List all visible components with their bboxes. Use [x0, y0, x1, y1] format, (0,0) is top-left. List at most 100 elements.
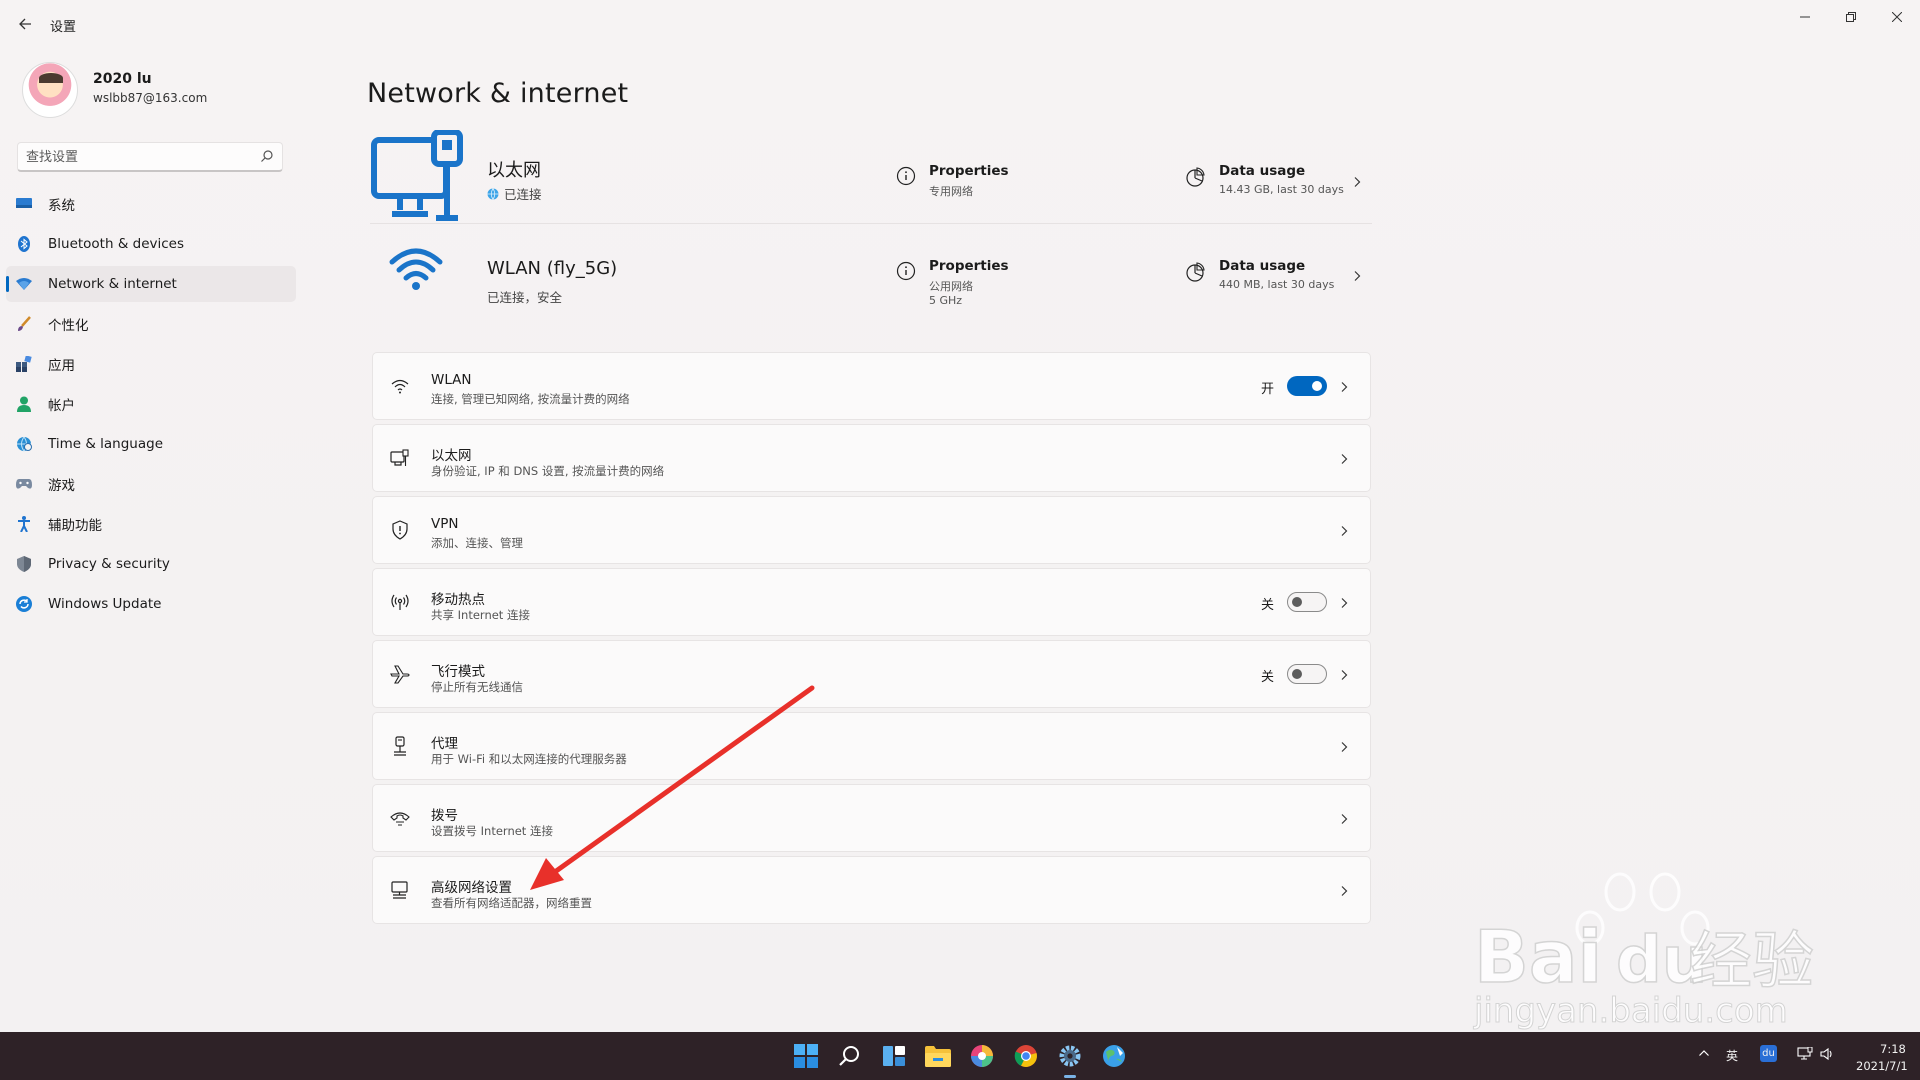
toggle-state-label: 关 — [1261, 598, 1275, 613]
settings-row-mobile-hotspot[interactable]: 移动热点 共享 Internet 连接 关 — [372, 568, 1371, 636]
monitor-icon — [16, 196, 32, 212]
network-status-icon — [1797, 1046, 1813, 1060]
search-input[interactable] — [26, 148, 246, 166]
app-title: 设置 — [50, 20, 77, 35]
shield-icon — [16, 556, 32, 572]
settings-row-dial-up[interactable]: 拨号 设置拨号 Internet 连接 — [372, 784, 1371, 852]
row-title: WLAN — [431, 372, 472, 388]
network-icon — [16, 276, 32, 292]
chevron-right-icon — [1341, 454, 1348, 464]
restore-button[interactable] — [1828, 0, 1874, 34]
folder-icon — [925, 1046, 951, 1067]
clock-time[interactable]: 7:18 — [1880, 1042, 1906, 1056]
profile-name: 2020 lu — [93, 71, 152, 87]
volume-tray-button[interactable] — [1820, 1047, 1834, 1064]
globe-icon — [487, 187, 499, 200]
watermark-brand: Bai — [1474, 915, 1602, 999]
search-icon[interactable] — [260, 149, 274, 163]
restore-icon — [1846, 12, 1856, 22]
chevron-right-icon — [1341, 526, 1348, 536]
sidebar: 系统 Bluetooth & devices Network & interne… — [6, 186, 296, 626]
globe-app-button[interactable] — [1098, 1040, 1130, 1072]
sidebar-item-bluetooth[interactable]: Bluetooth & devices — [6, 226, 296, 262]
widgets-button[interactable] — [878, 1040, 910, 1072]
data-usage-title: Data usage — [1219, 258, 1306, 274]
watermark-cn: 经验 — [1690, 924, 1814, 997]
start-button[interactable] — [790, 1040, 822, 1072]
wlan-status: 已连接，安全 — [487, 290, 563, 305]
back-arrow-icon — [19, 18, 31, 30]
file-explorer-button[interactable] — [922, 1040, 954, 1072]
sidebar-item-apps[interactable]: 应用 — [6, 346, 296, 382]
row-subtitle: 连接, 管理已知网络, 按流量计费的网络 — [431, 392, 630, 406]
properties-band: 5 GHz — [929, 294, 963, 307]
properties-subtitle: 专用网络 — [929, 185, 973, 198]
properties-title: Properties — [929, 258, 1009, 274]
settings-app-button[interactable] — [1054, 1040, 1086, 1072]
active-app-indicator — [1064, 1075, 1076, 1078]
minimize-button[interactable] — [1782, 0, 1828, 34]
row-title: 以太网 — [431, 448, 472, 464]
network-tray-button[interactable] — [1797, 1046, 1813, 1064]
user-profile[interactable]: 2020 lu wslbb87@163.com — [22, 62, 302, 122]
advanced-network-icon — [391, 881, 408, 899]
sidebar-item-privacy-security[interactable]: Privacy & security — [6, 546, 296, 582]
settings-row-ethernet[interactable]: 以太网 身份验证, IP 和 DNS 设置, 按流量计费的网络 — [372, 424, 1371, 492]
sidebar-item-label: 个性化 — [48, 318, 89, 334]
ethernet-status: 已连接 — [487, 184, 542, 203]
mobile-hotspot-toggle[interactable] — [1287, 592, 1327, 612]
airplane-mode-toggle[interactable] — [1287, 664, 1327, 684]
baidu-tray-icon[interactable]: du — [1760, 1045, 1777, 1062]
row-title: 飞行模式 — [431, 664, 485, 680]
chevron-right-icon[interactable] — [1351, 176, 1363, 188]
settings-row-proxy[interactable]: 代理 用于 Wi-Fi 和以太网连接的代理服务器 — [372, 712, 1371, 780]
wlan-toggle[interactable] — [1287, 376, 1327, 396]
ethernet-status-text: 已连接 — [504, 187, 542, 202]
avatar — [22, 62, 78, 118]
airplane-icon — [390, 665, 410, 684]
sidebar-item-windows-update[interactable]: Windows Update — [6, 586, 296, 622]
sidebar-item-accessibility[interactable]: 辅助功能 — [6, 506, 296, 542]
settings-window: 设置 2020 lu wslbb87@163.com 系统 Bluetooth … — [0, 0, 1920, 1032]
baidu-watermark: Bai du 经验 jingyan.baidu.com — [1473, 872, 1815, 1030]
settings-row-airplane-mode[interactable]: 飞行模式 停止所有无线通信 关 — [372, 640, 1371, 708]
back-button[interactable] — [12, 11, 38, 37]
input-method-indicator[interactable]: 英 — [1726, 1047, 1738, 1064]
windows-logo-icon — [794, 1044, 818, 1068]
row-subtitle: 身份验证, IP 和 DNS 设置, 按流量计费的网络 — [431, 464, 665, 478]
sidebar-item-label: Bluetooth & devices — [48, 236, 185, 252]
chevron-right-icon[interactable] — [1351, 270, 1363, 282]
colorful-app-icon — [971, 1045, 993, 1067]
row-subtitle: 共享 Internet 连接 — [431, 608, 530, 622]
settings-row-vpn[interactable]: VPN 添加、连接、管理 — [372, 496, 1371, 564]
search-box[interactable] — [17, 142, 283, 172]
close-button[interactable] — [1874, 0, 1920, 34]
clock-date[interactable]: 2021/7/1 — [1856, 1059, 1908, 1073]
minimize-icon — [1800, 16, 1810, 18]
sidebar-item-label: 应用 — [48, 358, 75, 374]
taskbar-search-button[interactable] — [834, 1040, 866, 1072]
chevron-right-icon — [1341, 886, 1348, 896]
sidebar-item-gaming[interactable]: 游戏 — [6, 466, 296, 502]
row-subtitle: 添加、连接、管理 — [431, 536, 523, 550]
settings-row-wlan[interactable]: WLAN 连接, 管理已知网络, 按流量计费的网络 开 — [372, 352, 1371, 420]
proxy-icon — [394, 736, 406, 756]
sidebar-item-time-language[interactable]: Time & language — [6, 426, 296, 462]
data-usage-title: Data usage — [1219, 163, 1306, 179]
sidebar-item-network[interactable]: Network & internet — [6, 266, 296, 302]
bluetooth-icon — [16, 236, 32, 252]
chrome-button[interactable] — [1010, 1040, 1042, 1072]
row-title: 移动热点 — [431, 592, 485, 608]
sidebar-item-personalization[interactable]: 个性化 — [6, 306, 296, 342]
photos-app-button[interactable] — [966, 1040, 998, 1072]
settings-row-advanced-network[interactable]: 高级网络设置 查看所有网络适配器，网络重置 — [372, 856, 1371, 924]
sidebar-item-system[interactable]: 系统 — [6, 186, 296, 222]
widgets-icon — [883, 1046, 905, 1066]
row-title: VPN — [431, 516, 459, 532]
tray-overflow-chevron[interactable] — [1698, 1047, 1710, 1062]
search-icon — [839, 1046, 859, 1066]
pie-chart-icon — [1186, 167, 1205, 187]
data-usage-subtitle: 14.43 GB, last 30 days — [1219, 183, 1344, 196]
row-title: 高级网络设置 — [431, 880, 512, 896]
sidebar-item-accounts[interactable]: 帐户 — [6, 386, 296, 422]
